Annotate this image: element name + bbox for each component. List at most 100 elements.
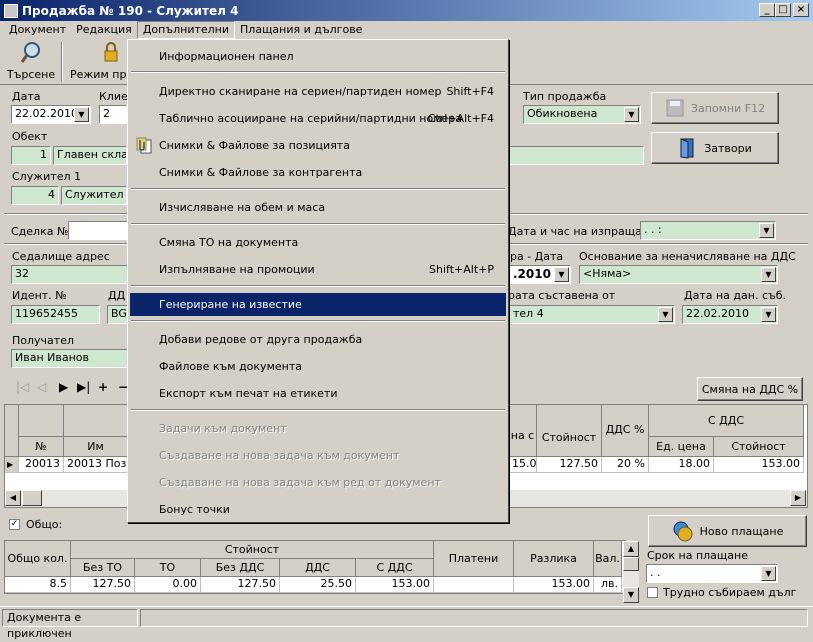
- menu-item-bonus-points[interactable]: Бонус точки: [130, 498, 506, 521]
- new-payment-button[interactable]: Ново плащане: [648, 515, 807, 547]
- table-cell-value[interactable]: 127.50: [537, 457, 602, 473]
- menu-item-generate-notice[interactable]: Генериране на известие: [130, 293, 506, 316]
- chevron-down-icon[interactable]: ▼: [761, 307, 776, 322]
- dd-field[interactable]: BG: [107, 305, 128, 324]
- totals-checkbox[interactable]: ✓: [9, 519, 20, 530]
- save-button[interactable]: Запомни F12: [651, 92, 779, 124]
- record-navigator: |◁ ◁ ▶ ▶| + −: [14, 380, 128, 400]
- maximize-button[interactable]: □: [775, 3, 791, 17]
- menu-item-scan-serial[interactable]: Директно сканиране на сериен/партиден но…: [130, 80, 506, 103]
- next-record-icon[interactable]: ▶: [59, 380, 68, 394]
- address-field[interactable]: 32: [11, 265, 128, 284]
- vat-reason-select[interactable]: <Няма> ▼: [579, 265, 778, 284]
- chevron-down-icon[interactable]: ▼: [761, 267, 776, 282]
- employee-name-field[interactable]: Служител 4: [61, 186, 127, 205]
- lock-icon: [104, 42, 118, 62]
- grid-header-vat: ДДС %: [602, 405, 649, 457]
- tax-date-field[interactable]: 22.02.2010 ▼: [682, 305, 778, 324]
- menu-payments[interactable]: Плащания и дългове: [235, 21, 367, 39]
- chevron-down-icon[interactable]: ▼: [759, 223, 774, 238]
- menu-bar: Документ Редакция Допълнителни Плащания …: [0, 21, 813, 39]
- totals-cell-to: 0.00: [135, 577, 201, 593]
- grid-header-unit-price: Ед. цена: [649, 437, 714, 457]
- menu-item-contractor-files[interactable]: Снимки & Файлове за контрагента: [130, 161, 506, 184]
- menu-separator: [131, 188, 505, 190]
- minimize-button[interactable]: _: [759, 3, 775, 17]
- last-record-icon[interactable]: ▶|: [77, 380, 90, 394]
- hard-debt-label: Трудно събираем дълг: [663, 586, 797, 599]
- scroll-down-icon[interactable]: ▼: [623, 587, 639, 603]
- object-id-field[interactable]: 1: [11, 146, 51, 165]
- search-button[interactable]: Търсене: [6, 41, 56, 81]
- menu-document[interactable]: Документ: [0, 21, 71, 39]
- menu-separator: [131, 320, 505, 322]
- menu-item-position-files[interactable]: Снимки & Файлове за позицията: [130, 134, 506, 157]
- menu-edit[interactable]: Редакция: [71, 21, 137, 39]
- status-text: Документа е приключен: [2, 609, 138, 640]
- table-cell-name[interactable]: 20013 Пози: [64, 457, 128, 473]
- menu-item-document-tasks: Задачи към документ: [159, 422, 287, 435]
- client-field[interactable]: 2: [99, 105, 127, 124]
- chevron-down-icon[interactable]: ▼: [658, 307, 673, 322]
- chevron-down-icon[interactable]: ▼: [761, 566, 776, 581]
- chevron-down-icon[interactable]: ▼: [554, 267, 569, 282]
- status-bar: Документа е приключен: [0, 606, 813, 640]
- first-record-icon[interactable]: |◁: [16, 380, 29, 394]
- menu-item-add-rows[interactable]: Добави редове от друга продажба: [130, 328, 506, 351]
- status-panel: [140, 609, 808, 627]
- title-bar: Продажба № 190 - Служител 4 _ □ ×: [0, 0, 813, 21]
- app-icon: [4, 3, 18, 18]
- disk-icon: [666, 99, 684, 117]
- menu-item-document-files[interactable]: Файлове към документа: [130, 355, 506, 378]
- close-window-button[interactable]: ×: [793, 3, 809, 17]
- menu-item-export-labels[interactable]: Експорт към печат на етикети: [130, 382, 506, 405]
- magnifier-icon: [20, 42, 40, 63]
- scroll-thumb[interactable]: [623, 557, 639, 571]
- object-extra-field[interactable]: [509, 146, 644, 165]
- ship-date-field[interactable]: . . : ▼: [640, 221, 776, 240]
- date-field[interactable]: 22.02.2010 ▼: [11, 105, 91, 124]
- menu-item-promotions[interactable]: Изпълняване на промоции Shift+Alt+P: [130, 258, 506, 281]
- table-cell-vat[interactable]: 20 %: [602, 457, 649, 473]
- window-title: Продажба № 190 - Служител 4: [22, 3, 239, 18]
- menu-item-change-to[interactable]: Смяна ТО на документа: [130, 231, 506, 254]
- menu-additional[interactable]: Допълнителни: [136, 21, 236, 39]
- due-date-field[interactable]: . . ▼: [646, 564, 778, 583]
- recipient-field[interactable]: Иван Иванов: [11, 349, 128, 368]
- hard-debt-checkbox[interactable]: [647, 587, 658, 598]
- close-button[interactable]: Затвори: [651, 132, 779, 164]
- vertical-scrollbar[interactable]: ▲ ▼: [623, 541, 639, 603]
- add-record-icon[interactable]: +: [98, 380, 108, 394]
- menu-item-table-serial[interactable]: Таблично асоцииране на серийни/партидни …: [130, 107, 506, 130]
- object-label: Обект: [12, 130, 48, 143]
- chevron-down-icon[interactable]: ▼: [74, 107, 89, 122]
- employee-id-field[interactable]: 4: [11, 186, 59, 205]
- scroll-up-icon[interactable]: ▲: [623, 541, 639, 557]
- issued-by-select[interactable]: тел 4 ▼: [509, 305, 675, 324]
- ident-field[interactable]: 119652455: [11, 305, 100, 324]
- totals-cell-qty: 8.5: [5, 577, 71, 593]
- menu-item-new-row-task: Създаване на нова задача към ред от доку…: [159, 476, 441, 489]
- table-cell-price-with[interactable]: 15.00: [509, 457, 537, 473]
- scroll-thumb[interactable]: [22, 490, 42, 506]
- mode-button[interactable]: Режим пре: [70, 41, 128, 81]
- menu-item-volume-mass[interactable]: Изчисляване на обем и маса: [130, 196, 506, 219]
- object-name-field[interactable]: Главен склад: [53, 146, 127, 165]
- scroll-left-icon[interactable]: ◀: [5, 490, 21, 506]
- table-cell-total[interactable]: 153.00: [714, 457, 804, 473]
- coins-icon: [673, 521, 693, 542]
- chevron-down-icon[interactable]: ▼: [624, 107, 639, 122]
- scroll-right-icon[interactable]: ▶: [790, 490, 806, 506]
- table-cell-no[interactable]: 20013: [19, 457, 64, 473]
- change-vat-button[interactable]: Смяна на ДДС %: [697, 377, 803, 401]
- employee-label: Служител 1: [12, 170, 81, 183]
- sale-type-select[interactable]: Обикновена ▼: [523, 105, 641, 124]
- prev-record-icon[interactable]: ◁: [37, 380, 46, 394]
- grid-header-total: Стойност: [714, 437, 804, 457]
- invoice-date-field[interactable]: .2010 ▼: [509, 265, 571, 284]
- address-label: Седалище адрес: [12, 250, 110, 263]
- table-cell-unit-price[interactable]: 18.00: [649, 457, 714, 473]
- deal-field[interactable]: [68, 221, 128, 240]
- vat-reason-label: Основание за неначисляване на ДДС: [579, 250, 796, 263]
- menu-item-info-panel[interactable]: Информационен панел: [130, 45, 506, 68]
